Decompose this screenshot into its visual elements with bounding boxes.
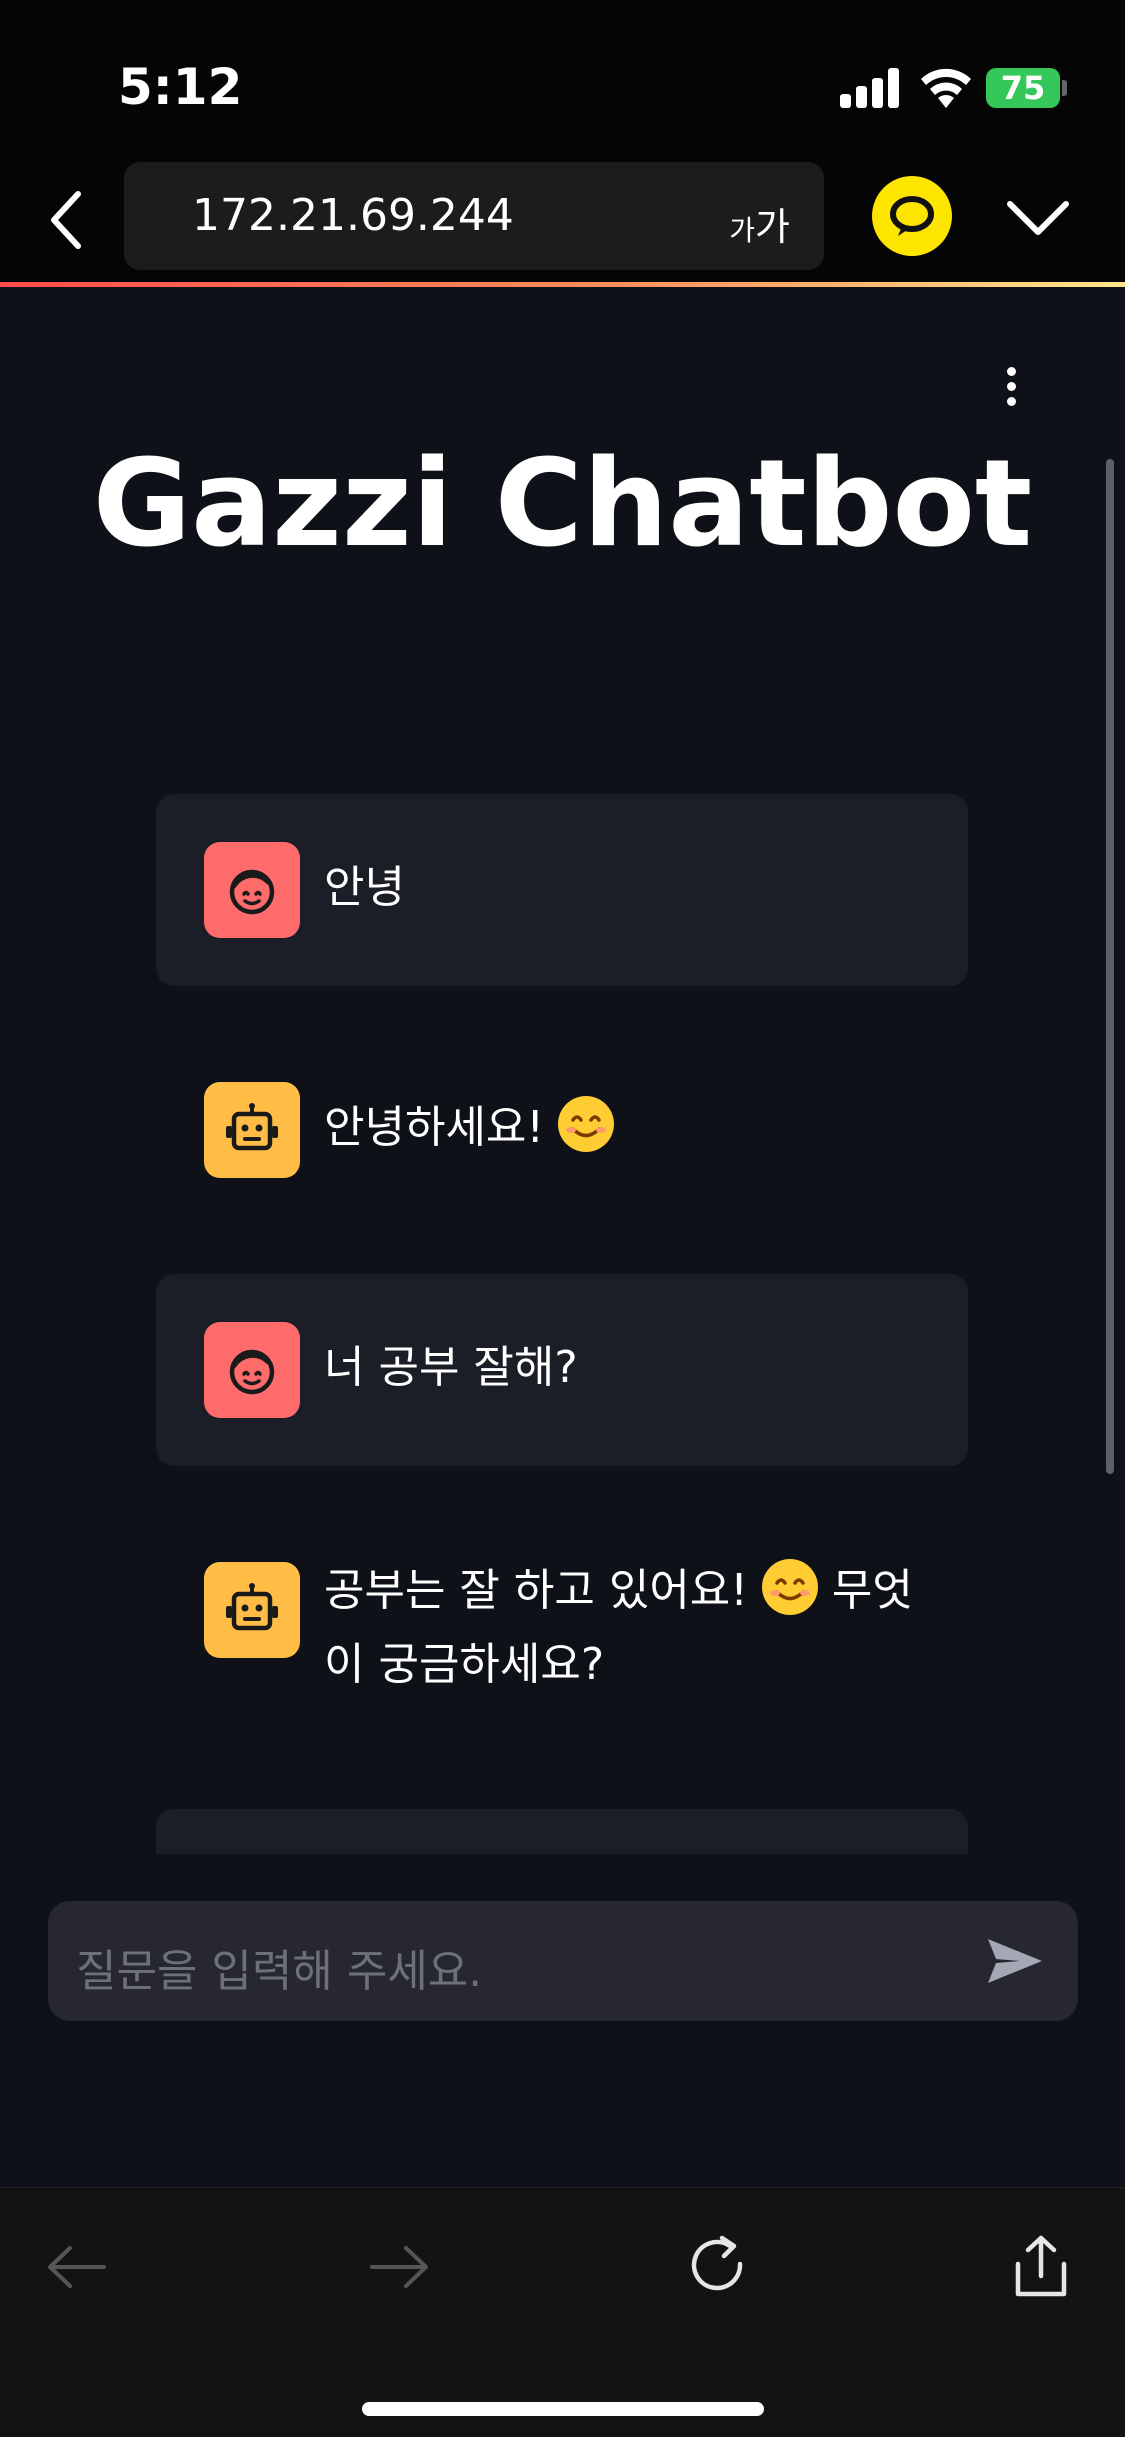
speech-bubble-icon	[890, 196, 934, 236]
message-text: 너 공부 잘해?	[324, 1342, 578, 1393]
bot-avatar	[204, 1562, 300, 1658]
more-options-icon[interactable]	[1000, 367, 1022, 417]
chat-messages: 안녕 안녕하세요! 너 공부 잘해? 공부는 잘 하고 있어요! 무엇이 궁금하…	[156, 794, 968, 1854]
chat-message-bot: 공부는 잘 하고 있어요! 무엇이 궁금하세요?	[156, 1514, 968, 1774]
smiling-face-icon	[229, 1349, 275, 1395]
chat-message-user: 너 공부 잘해?	[156, 1274, 968, 1466]
home-indicator[interactable]	[362, 2402, 764, 2416]
arrow-left-icon[interactable]	[44, 2234, 110, 2300]
arrow-right-icon[interactable]	[366, 2234, 432, 2300]
address-bar[interactable]: 172.21.69.244 가가	[124, 162, 824, 270]
smiling-face-emoji-icon	[558, 1096, 615, 1152]
text-size-large-glyph: 가	[755, 205, 790, 249]
message-text: 안녕하세요!	[324, 1091, 944, 1165]
chat-message-bot: 안녕하세요!	[156, 1034, 968, 1226]
battery-nub	[1062, 80, 1067, 96]
message-text: 공부는 잘 하고 있어요! 무엇이 궁금하세요?	[324, 1554, 944, 1702]
status-time: 5:12	[118, 58, 243, 116]
reload-icon[interactable]	[686, 2234, 752, 2300]
kakaotalk-button[interactable]	[872, 176, 952, 256]
user-avatar	[204, 842, 300, 938]
bot-avatar	[204, 1082, 300, 1178]
robot-icon	[226, 1583, 278, 1631]
chevron-down-icon[interactable]	[1006, 198, 1070, 238]
page-title: Gazzi Chatbot	[92, 435, 1033, 574]
battery-level: 75	[1000, 69, 1046, 107]
share-icon[interactable]	[1008, 2234, 1074, 2300]
smiling-face-emoji-icon	[761, 1559, 818, 1615]
cellular-signal-icon	[840, 68, 900, 108]
wifi-icon	[921, 68, 971, 108]
user-avatar	[204, 1322, 300, 1418]
chat-message-user: 안녕	[156, 794, 968, 986]
smiling-face-icon	[229, 869, 275, 915]
message-text-content: 공부는 잘 하고 있어요!	[324, 1565, 748, 1616]
browser-bottom-toolbar	[0, 2187, 1125, 2437]
scrollbar[interactable]	[1106, 459, 1114, 1474]
battery-icon: 75	[986, 68, 1060, 108]
chat-input-placeholder[interactable]: 질문을 입력해 주세요.	[76, 1935, 482, 1999]
chat-message-user-partial	[156, 1809, 968, 1854]
main-content: Gazzi Chatbot 안녕 안녕하세요! 너 공부 잘해? 공부는 잘 하…	[0, 287, 1125, 2187]
browser-toolbar: 172.21.69.244 가가	[0, 160, 1125, 284]
text-size-button[interactable]: 가가	[729, 196, 790, 251]
send-arrow-icon[interactable]	[986, 1933, 1044, 1989]
status-bar: 5:12 75	[0, 0, 1125, 160]
back-chevron-icon[interactable]	[44, 188, 88, 252]
robot-icon	[226, 1103, 278, 1151]
text-size-small-glyph: 가	[729, 214, 756, 247]
url-text[interactable]: 172.21.69.244	[192, 190, 514, 241]
message-text: 안녕	[324, 862, 405, 913]
chat-input[interactable]: 질문을 입력해 주세요.	[48, 1901, 1078, 2021]
message-text-content: 안녕하세요!	[324, 1102, 545, 1153]
